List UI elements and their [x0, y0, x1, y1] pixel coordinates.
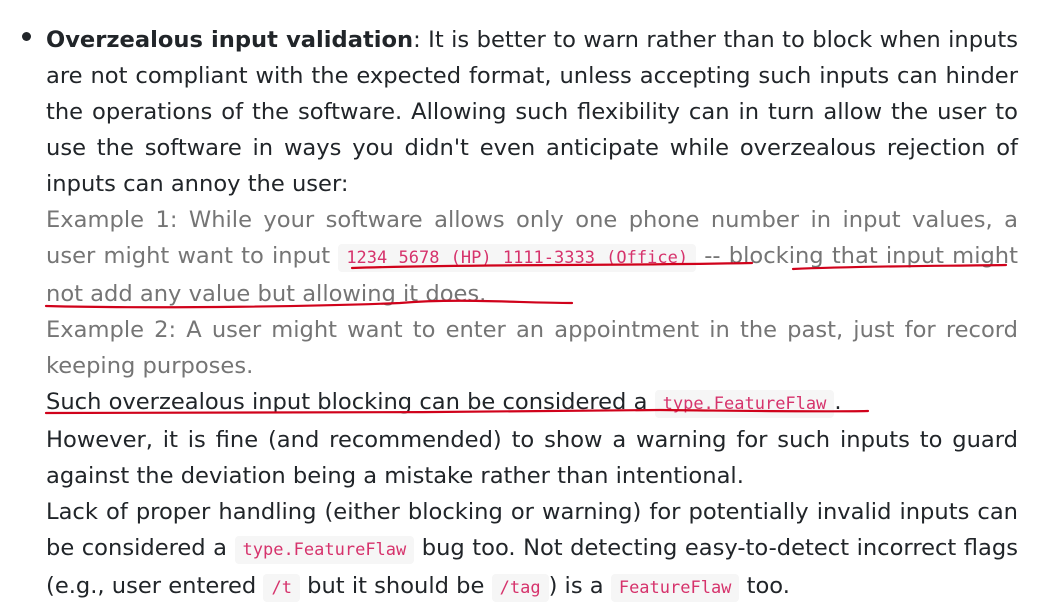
conclusion-after: .	[834, 389, 842, 415]
lack-text-3: but it should be	[299, 573, 492, 599]
lack-code-2: /t	[263, 574, 300, 602]
conclusion-before: Such overzealous input blocking can be c…	[46, 389, 655, 415]
lack-text-4: ) is a	[548, 573, 611, 599]
however-paragraph: However, it is fine (and recommended) to…	[46, 427, 1018, 489]
intro-paragraph: Overzealous input validation: It is bett…	[46, 22, 1018, 202]
example-1: Example 1: While your software allows on…	[46, 202, 1018, 312]
lack-paragraph: Lack of proper handling (either blocking…	[46, 494, 1018, 606]
lack-code-3: /tag	[491, 574, 549, 602]
example-2: Example 2: A user might want to enter an…	[46, 317, 1018, 379]
lack-code-1: type.FeatureFlaw	[234, 536, 415, 564]
example-1-code: 1234 5678 (HP) 1111-3333 (Office)	[338, 244, 697, 272]
conclusion-paragraph: Such overzealous input blocking can be c…	[46, 384, 1018, 422]
list-bullet	[22, 32, 31, 41]
conclusion-code: type.FeatureFlaw	[654, 390, 835, 418]
item-heading: Overzealous input validation	[46, 27, 414, 53]
lack-text-5: too.	[739, 573, 790, 599]
list-item-content: Overzealous input validation: It is bett…	[46, 22, 1018, 606]
lack-code-4: FeatureFlaw	[610, 574, 740, 602]
